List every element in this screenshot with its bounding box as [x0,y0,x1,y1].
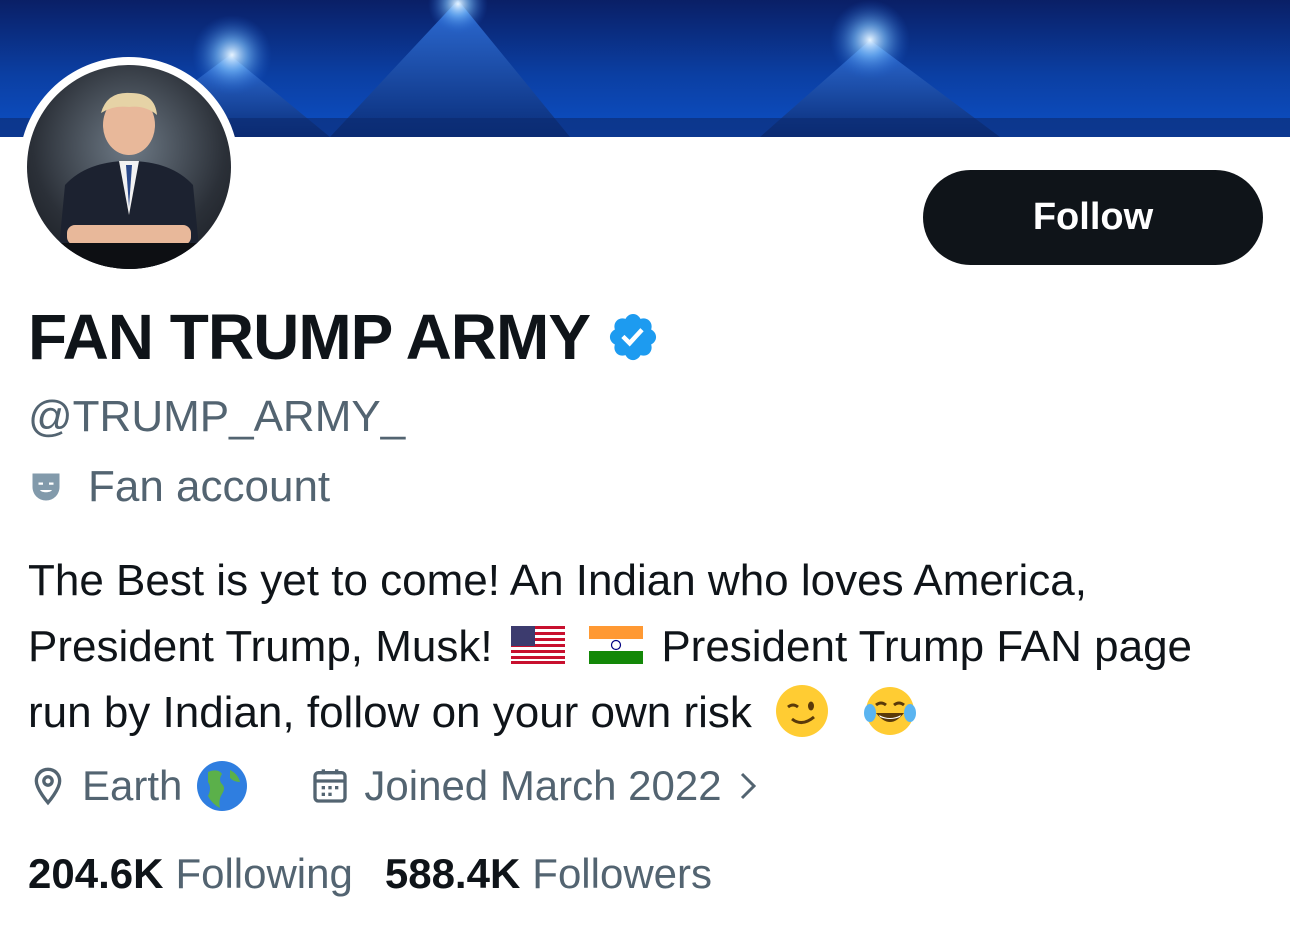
followers-link[interactable]: 588.4K Followers [385,850,712,898]
india-flag-icon [589,626,644,665]
chevron-right-icon[interactable] [736,768,760,804]
location-pin-icon [34,767,62,806]
avatar-image [27,65,231,269]
tears-of-joy-icon [864,687,917,736]
bio-line-1: The Best is yet to come! An Indian who l… [28,556,1087,605]
verified-badge-icon[interactable] [606,310,660,364]
followers-count: 588.4K [384,850,521,897]
profile-bio: The Best is yet to come! An Indian who l… [28,548,1278,746]
profile-avatar[interactable] [19,57,239,277]
account-label[interactable]: Fan account [28,462,330,512]
joined-item[interactable]: Joined March 2022 [310,762,773,810]
bio-line-3: run by Indian, follow on your own risk [28,680,1278,746]
profile-stats: 204.6K Following 588.4K Followers [28,850,744,898]
following-count: 204.6K [28,850,164,897]
account-label-text: Fan account [88,462,331,511]
followers-label: Followers [532,850,713,897]
profile-name-row: FAN TRUMP ARMY [28,300,660,374]
theater-mask-icon [32,473,60,501]
calendar-icon [313,769,348,803]
following-label: Following [175,850,353,897]
follow-button[interactable]: Follow [923,170,1263,265]
globe-americas-icon [197,761,248,811]
location-text: Earth [82,762,183,809]
bio-line-3-text: run by Indian, follow on your own risk [28,688,752,737]
winking-face-icon [776,685,829,738]
display-name: FAN TRUMP ARMY [28,301,591,373]
profile-handle: @TRUMP_ARMY_ [28,392,406,441]
profile-meta: Earth Joined March 2022 [28,760,774,812]
location-item: Earth [28,760,262,812]
bio-line-2: President Trump, Musk! President Trump F… [28,614,1278,680]
following-link[interactable]: 204.6K Following [28,850,353,898]
bio-line-2a: President Trump, Musk! [28,622,493,671]
bio-line-2b: President Trump FAN page [661,622,1193,671]
joined-text: Joined March 2022 [364,762,722,809]
us-flag-icon [510,626,565,665]
